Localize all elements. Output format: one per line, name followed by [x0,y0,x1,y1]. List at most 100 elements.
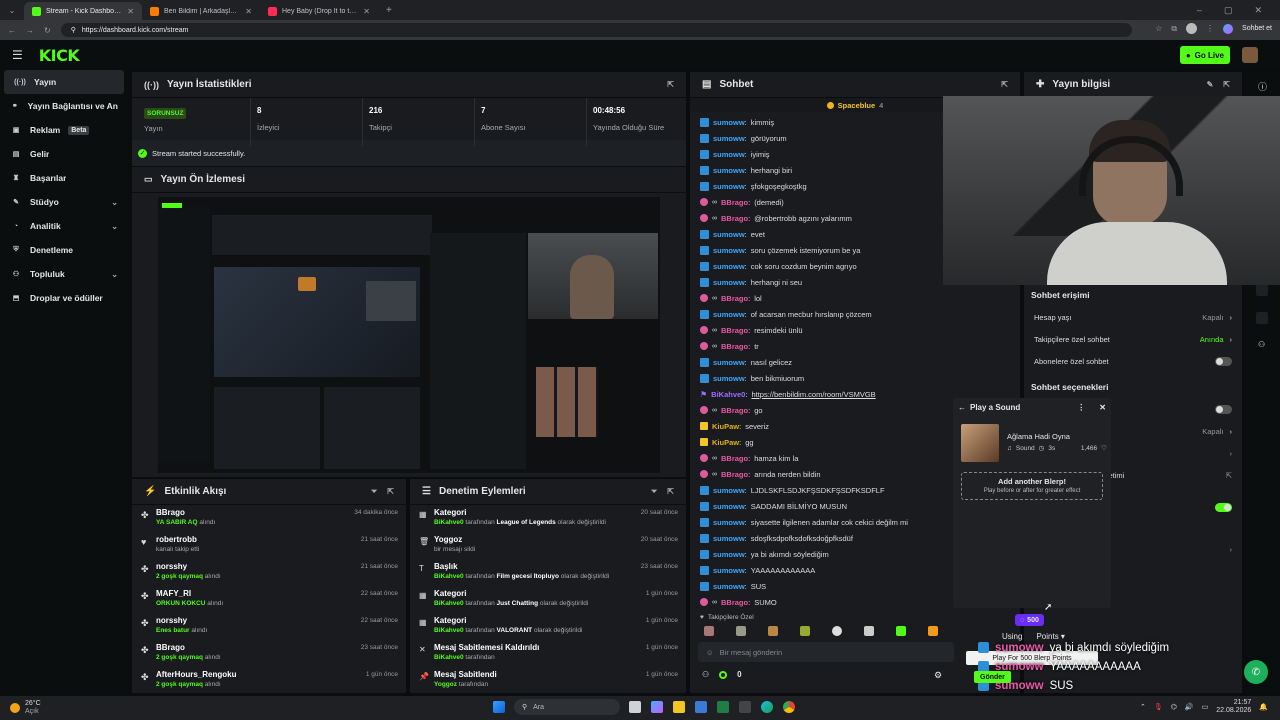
mod-action-row[interactable]: ✕ Mesaj Sabitlemesi Kaldırıldı BiKahve0 ta… [410,640,686,667]
notifications-icon[interactable]: 🔔 [1259,703,1268,711]
chat-message[interactable]: sumoww: nasıl gelicez [690,354,1020,370]
volume-icon[interactable]: 🔊 [1185,703,1194,711]
chat-message[interactable]: ∞ BBrago: lol [690,290,1020,306]
chat-username[interactable]: sumoww [713,118,745,127]
followers-chat-row[interactable]: Takipçilere özel sohbet Anında › [1024,328,1242,350]
extensions-icon[interactable]: ⧉ [1171,24,1177,34]
sound-card[interactable]: Ağlama Hadi Oyna ♫ Sound ◷ 3s 1,466 ♡ [961,424,1107,464]
app-icon[interactable] [739,701,751,713]
chat-fab-icon[interactable]: ✆ [1244,660,1268,684]
profile-avatar[interactable] [1186,23,1198,34]
explorer-icon[interactable] [673,701,685,713]
users-icon[interactable]: ⚇ [702,670,709,679]
chat-username[interactable]: BBrago [721,598,748,607]
sidebar-item[interactable]: ◔ Analitik ⌄ [0,214,128,238]
chat-username[interactable]: sumoww [713,582,745,591]
emote-icon[interactable] [928,626,938,636]
sidebar-item[interactable]: ✎ Stüdyo ⌄ [0,190,128,214]
battery-icon[interactable]: ▭ [1202,703,1209,711]
close-tab-icon[interactable]: ✕ [127,7,134,16]
sidebar-item[interactable]: ⬒ Droplar ve ödüller [0,286,128,310]
rail-button-1[interactable] [1256,284,1268,296]
mod-action-row[interactable]: 📌 Mesaj Sabitlendi Yoggoz tarafından 1 gün … [410,667,686,694]
chat-username[interactable]: BBrago [721,214,748,223]
chat-username[interactable]: KiuPaw [712,438,739,447]
user-avatar[interactable] [1242,47,1258,63]
task-view-icon[interactable] [629,701,641,713]
chat-username[interactable]: BBrago [721,198,748,207]
chat-username[interactable]: KiuPaw [712,422,739,431]
emote-icon[interactable] [864,626,874,636]
minimize-icon[interactable]: – [1197,5,1202,16]
emote-icon[interactable] [832,626,842,636]
forward-icon[interactable]: → [26,26,34,35]
chat-username[interactable]: sumoww [713,182,745,191]
weather-widget[interactable]: 26°C Açık [25,700,41,716]
clock[interactable]: 21:57 22.08.2026 [1216,699,1251,715]
chat-message[interactable]: ∞ BBrago: tr [690,338,1020,354]
close-tab-icon[interactable]: ✕ [363,7,370,16]
chat-username[interactable]: sumoww [713,278,745,287]
activity-row[interactable]: ✤ norsshy 2 goşk qaymaq alındı 21 saat önce [132,559,406,586]
chat-username[interactable]: BBrago [721,470,748,479]
filter-icon[interactable]: ⏷ [651,487,657,497]
chat-message[interactable]: sumoww: of acarsan mecbur hırslanıp çözce… [690,306,1020,322]
chat-username[interactable]: BiKahve0 [711,390,745,399]
add-another-blerp[interactable]: Add another Blerp! Play before or after … [961,472,1103,500]
external-link-icon[interactable]: ⇱ [1226,471,1232,480]
popout-icon[interactable]: ⇱ [667,80,674,89]
start-icon[interactable] [493,701,505,713]
chevron-up-icon[interactable]: ⌃ [1140,703,1146,711]
chat-input[interactable]: ☺ Bir mesaj gönderin [698,642,954,662]
chat-username[interactable]: BBrago [721,326,748,335]
subs-chat-toggle[interactable] [1215,356,1232,366]
settings-gear-icon[interactable]: ⚙ [934,670,942,681]
bookmark-icon[interactable]: ☆ [1155,24,1162,33]
heart-outline-icon[interactable]: ♡ [1101,444,1107,452]
chat-username[interactable]: sumoww [713,534,745,543]
chat-username[interactable]: sumoww [713,566,745,575]
browser-tab[interactable]: Stream - Kick Dashboard ✕ [24,2,142,20]
mod-action-row[interactable]: 🗑 Yoggoz bir mesajı sildi 20 saat önce [410,532,686,559]
chat-username[interactable]: BBrago [721,406,748,415]
mod-action-row[interactable]: ▦ Kategori BiKahve0 tarafından VALORANT ol… [410,613,686,640]
url-field[interactable]: ⚲ https://dashboard.kick.com/stream [60,23,1132,37]
chat-username[interactable]: sumoww [713,518,745,527]
chat-username[interactable]: sumoww [713,310,745,319]
chat-username[interactable]: BBrago [721,294,748,303]
sidebar-item[interactable]: ⚭ Yayın Bağlantısı ve Anahtarı [0,94,128,118]
activity-row[interactable]: ♥ robertrobb kanalı takip etti 21 saat önce [132,532,406,559]
chat-username[interactable]: sumoww [713,166,745,175]
stream-preview-video[interactable] [158,197,660,473]
site-info-icon[interactable]: ⚲ [71,26,76,34]
sidebar-item[interactable]: ⚇ Topluluk ⌄ [0,262,128,286]
chrome-icon[interactable] [783,701,795,713]
share-icon[interactable]: ⚇ [1258,340,1265,349]
activity-row[interactable]: ✤ MAFY_RI ORKUN KOKCU alındı 22 saat önce [132,586,406,613]
sidebar-item[interactable]: ⛨ Denetleme [0,238,128,262]
popout-icon[interactable]: ⇱ [1001,80,1008,89]
chat-username[interactable]: sumoww [713,150,745,159]
more-options-icon[interactable]: ⋮ [1077,403,1085,412]
kick-logo[interactable]: KICK [39,46,80,65]
reload-icon[interactable]: ↻ [44,26,51,35]
emote-icon[interactable] [896,626,906,636]
new-tab-icon[interactable]: + [386,5,392,16]
activity-row[interactable]: ✤ BBrago 2 goşk qaymaq alındı 23 saat önce [132,640,406,667]
copilot-icon[interactable] [1223,23,1234,34]
back-arrow-icon[interactable]: ← [958,403,966,412]
option-toggle-1[interactable] [1215,404,1232,414]
popout-icon[interactable]: ⇱ [1223,80,1230,89]
activity-row[interactable]: ✤ AfterHours_Rengoku 2 goşk qaymaq alındı 1… [132,667,406,694]
chat-username[interactable]: sumoww [713,358,745,367]
smile-icon[interactable]: ☺ [706,648,714,657]
subs-chat-row[interactable]: Abonelere özel sohbet [1024,350,1242,372]
chat-username[interactable]: BBrago [721,342,748,351]
chat-message[interactable]: ∞ BBrago: resimdeki ünlü [690,322,1020,338]
emote-icon[interactable] [800,626,810,636]
chat-button[interactable]: Sohbet et [1242,25,1272,32]
popout-icon[interactable]: ⇱ [387,487,394,497]
chat-username[interactable]: sumoww [713,550,745,559]
browser-tab[interactable]: Hey Baby (Drop It to the Floo... ✕ [260,2,378,20]
edge-icon[interactable] [761,701,773,713]
